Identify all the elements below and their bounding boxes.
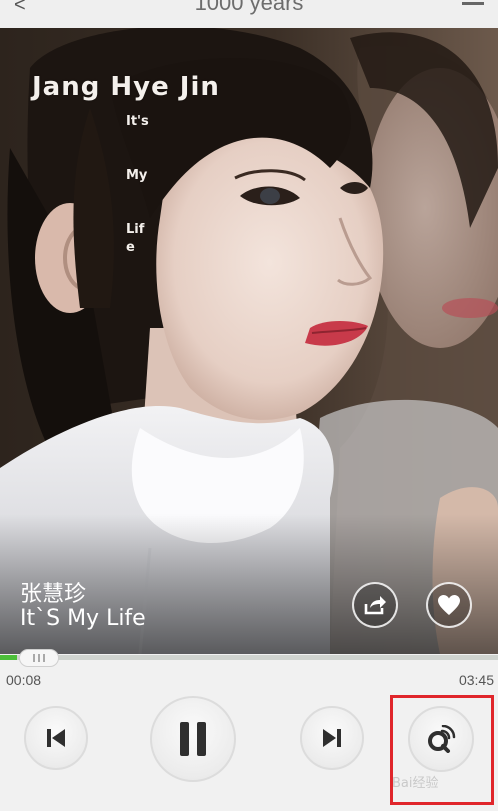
share-button[interactable] [352,582,398,628]
progress-fill [0,655,18,660]
heart-icon [438,595,460,615]
previous-button[interactable] [24,706,88,770]
watermark: Bai经验 [392,776,439,791]
favorite-button[interactable] [426,582,472,628]
album-word-3: Lif [126,222,145,237]
music-player-screen: < 1000 years Jang Hye Jin It's My Lif e … [0,0,498,811]
progress-thumb[interactable] [19,649,60,667]
previous-icon [47,729,65,747]
menu-icon[interactable] [462,0,484,8]
album-word-4: e [126,240,135,255]
track-title: It`S My Life [20,606,146,631]
top-bar: < 1000 years [0,0,498,29]
track-artist: 张慧珍 [20,582,87,607]
progress-bar[interactable] [0,655,498,660]
album-word-2: My [126,168,148,183]
pause-icon [180,722,206,756]
album-logo-text: Jang Hye Jin [32,72,220,102]
play-pause-button[interactable] [150,696,236,782]
page-title: 1000 years [194,0,304,15]
album-art: Jang Hye Jin It's My Lif e [0,28,498,654]
next-icon [323,729,341,747]
total-duration: 03:45 [458,672,494,688]
share-icon [364,596,386,615]
elapsed-time: 00:08 [6,672,42,688]
album-word-1: It's [126,114,149,129]
next-button[interactable] [300,706,364,770]
